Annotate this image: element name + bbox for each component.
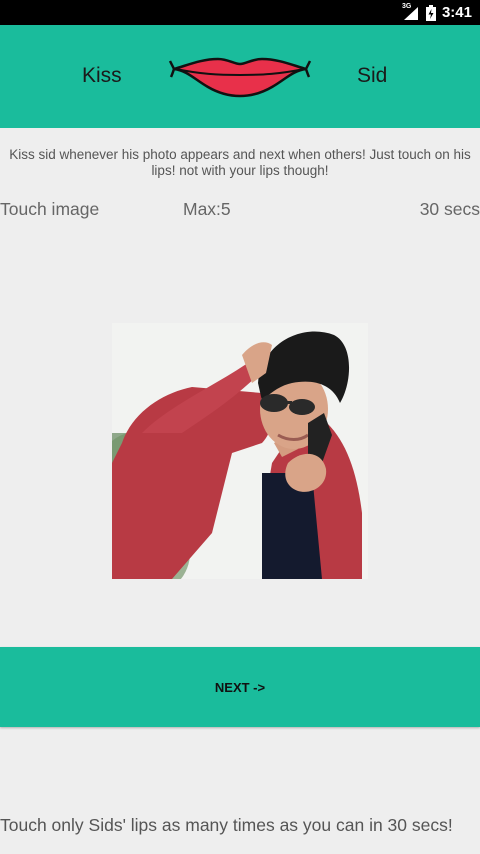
- signal-icon: 3G: [402, 3, 420, 21]
- instructions-text: Kiss sid whenever his photo appears and …: [0, 147, 480, 179]
- man-photo-image[interactable]: [112, 323, 368, 579]
- max-count-label: Max:5: [183, 199, 231, 219]
- battery-icon: [425, 4, 436, 21]
- instructions-line-1: Kiss sid whenever his photo appears and …: [9, 147, 471, 162]
- info-row: Touch image Max:5 30 secs: [0, 199, 480, 223]
- header-title-right: Sid: [357, 64, 388, 87]
- status-bar: 3G 3:41: [0, 0, 480, 25]
- photo-illustration: [112, 323, 368, 579]
- lips-icon: [168, 57, 312, 98]
- header-title-left: Kiss: [82, 64, 122, 87]
- timer-label: 30 secs: [419, 199, 480, 219]
- next-button[interactable]: NEXT ->: [0, 647, 480, 727]
- status-time: 3:41: [441, 4, 472, 21]
- status-icons: 3G 3:41: [402, 0, 472, 25]
- app-header: Kiss Sid: [0, 25, 480, 128]
- instructions-line-2: lips! not with your lips though!: [151, 163, 329, 178]
- touch-image-label: Touch image: [0, 199, 100, 219]
- footer-instruction: Touch only Sids' lips as many times as y…: [0, 815, 453, 835]
